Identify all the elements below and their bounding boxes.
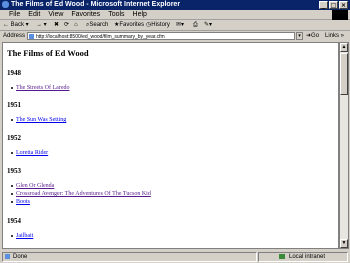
film-link[interactable]: Crossroad Avenger: The Adventures Of The… xyxy=(16,191,151,197)
list-item: Crossroad Avenger: The Adventures Of The… xyxy=(11,191,151,197)
home-icon[interactable]: ⌂ xyxy=(74,20,78,31)
status-bar: Done Local intranet xyxy=(0,251,350,263)
print-icon[interactable]: ⎙ xyxy=(193,20,198,31)
go-button[interactable]: ➜Go xyxy=(306,31,319,42)
film-link[interactable]: The Sun Was Setting xyxy=(16,117,66,123)
stop-icon[interactable]: ✖ xyxy=(54,20,59,31)
window-controls: _ □ × xyxy=(319,1,348,9)
maximize-button[interactable]: □ xyxy=(329,1,338,9)
address-label: Address xyxy=(3,33,26,39)
forward-button[interactable]: → ▾ xyxy=(36,20,47,31)
toolbar: ← Back ▾ → ▾ ✖ ⟳ ⌂ ⌕Search ★Favorites ◷H… xyxy=(0,20,350,31)
vertical-scrollbar[interactable]: ▲ ▼ xyxy=(339,42,349,249)
status-left-pane: Done xyxy=(2,252,257,262)
film-link[interactable]: Jailbait xyxy=(16,233,33,239)
film-link[interactable]: Boots xyxy=(16,199,30,205)
status-zone-pane: Local intranet xyxy=(258,252,348,262)
menu-bar: File Edit View Favorites Tools Help xyxy=(0,10,350,20)
list-item: The Sun Was Setting xyxy=(11,117,66,123)
film-link[interactable]: Glen Or Glenda xyxy=(16,183,54,189)
scroll-down-icon[interactable]: ▼ xyxy=(340,239,348,248)
bullet xyxy=(11,234,13,237)
year-heading: 1951 xyxy=(7,101,21,109)
page-title: The Films of Ed Wood xyxy=(7,48,89,58)
page-content: The Films of Ed Wood 1948 The Streets Of… xyxy=(2,42,339,249)
back-button[interactable]: ← Back ▾ xyxy=(3,20,29,31)
edit-icon[interactable]: ✎▾ xyxy=(204,20,212,31)
list-item: The Streets Of Laredo xyxy=(11,85,69,91)
address-input[interactable]: http://localhost:8500/ed_wood/film_summa… xyxy=(27,32,295,40)
links-button[interactable]: Links » xyxy=(325,31,344,42)
done-page-icon xyxy=(5,254,10,259)
list-item: Boots xyxy=(11,199,30,205)
mail-icon[interactable]: ✉▾ xyxy=(176,20,184,31)
address-url: http://localhost:8500/ed_wood/film_summa… xyxy=(36,34,165,40)
bullet xyxy=(11,118,13,121)
favorites-label: Favorites xyxy=(119,22,145,28)
menu-file[interactable]: File xyxy=(9,11,20,18)
ie-icon xyxy=(2,1,9,8)
search-button[interactable]: ⌕Search xyxy=(86,20,108,31)
bullet xyxy=(11,151,13,154)
favorites-button[interactable]: ★Favorites xyxy=(114,20,144,31)
menu-edit[interactable]: Edit xyxy=(28,11,40,18)
intranet-icon xyxy=(279,254,285,259)
windows-logo xyxy=(332,10,348,20)
go-label: Go xyxy=(311,33,320,39)
bullet xyxy=(11,86,13,89)
bullet xyxy=(11,192,13,195)
links-label: Links xyxy=(325,33,340,39)
menu-tools[interactable]: Tools xyxy=(108,11,124,18)
title-bar: The Films of Ed Wood - Microsoft Interne… xyxy=(0,0,350,10)
list-item: Glen Or Glenda xyxy=(11,183,54,189)
scroll-up-icon[interactable]: ▲ xyxy=(340,43,348,52)
year-heading: 1948 xyxy=(7,69,21,77)
page-icon xyxy=(29,34,34,39)
status-text: Done xyxy=(13,254,28,260)
menu-view[interactable]: View xyxy=(48,11,63,18)
close-button[interactable]: × xyxy=(339,1,348,9)
history-button[interactable]: ◷History xyxy=(146,20,170,31)
film-link[interactable]: The Streets Of Laredo xyxy=(16,85,69,91)
year-heading: 1952 xyxy=(7,134,21,142)
year-heading: 1953 xyxy=(7,167,21,175)
refresh-icon[interactable]: ⟳ xyxy=(64,20,69,31)
scroll-thumb[interactable] xyxy=(340,53,348,95)
back-label: Back xyxy=(10,22,25,28)
search-label: Search xyxy=(89,22,109,28)
window-title: The Films of Ed Wood - Microsoft Interne… xyxy=(11,1,181,8)
zone-text: Local intranet xyxy=(289,254,326,260)
film-link[interactable]: Loretta Rider xyxy=(16,150,48,156)
menu-help[interactable]: Help xyxy=(133,11,147,18)
minimize-button[interactable]: _ xyxy=(319,1,328,9)
menu-favorites[interactable]: Favorites xyxy=(71,11,100,18)
address-dropdown-icon[interactable]: ▾ xyxy=(296,32,303,40)
bullet xyxy=(11,200,13,203)
list-item: Loretta Rider xyxy=(11,150,48,156)
year-heading: 1954 xyxy=(7,217,21,225)
history-label: History xyxy=(151,22,170,28)
bullet xyxy=(11,184,13,187)
address-bar: Address http://localhost:8500/ed_wood/fi… xyxy=(0,31,350,42)
list-item: Jailbait xyxy=(11,233,33,239)
